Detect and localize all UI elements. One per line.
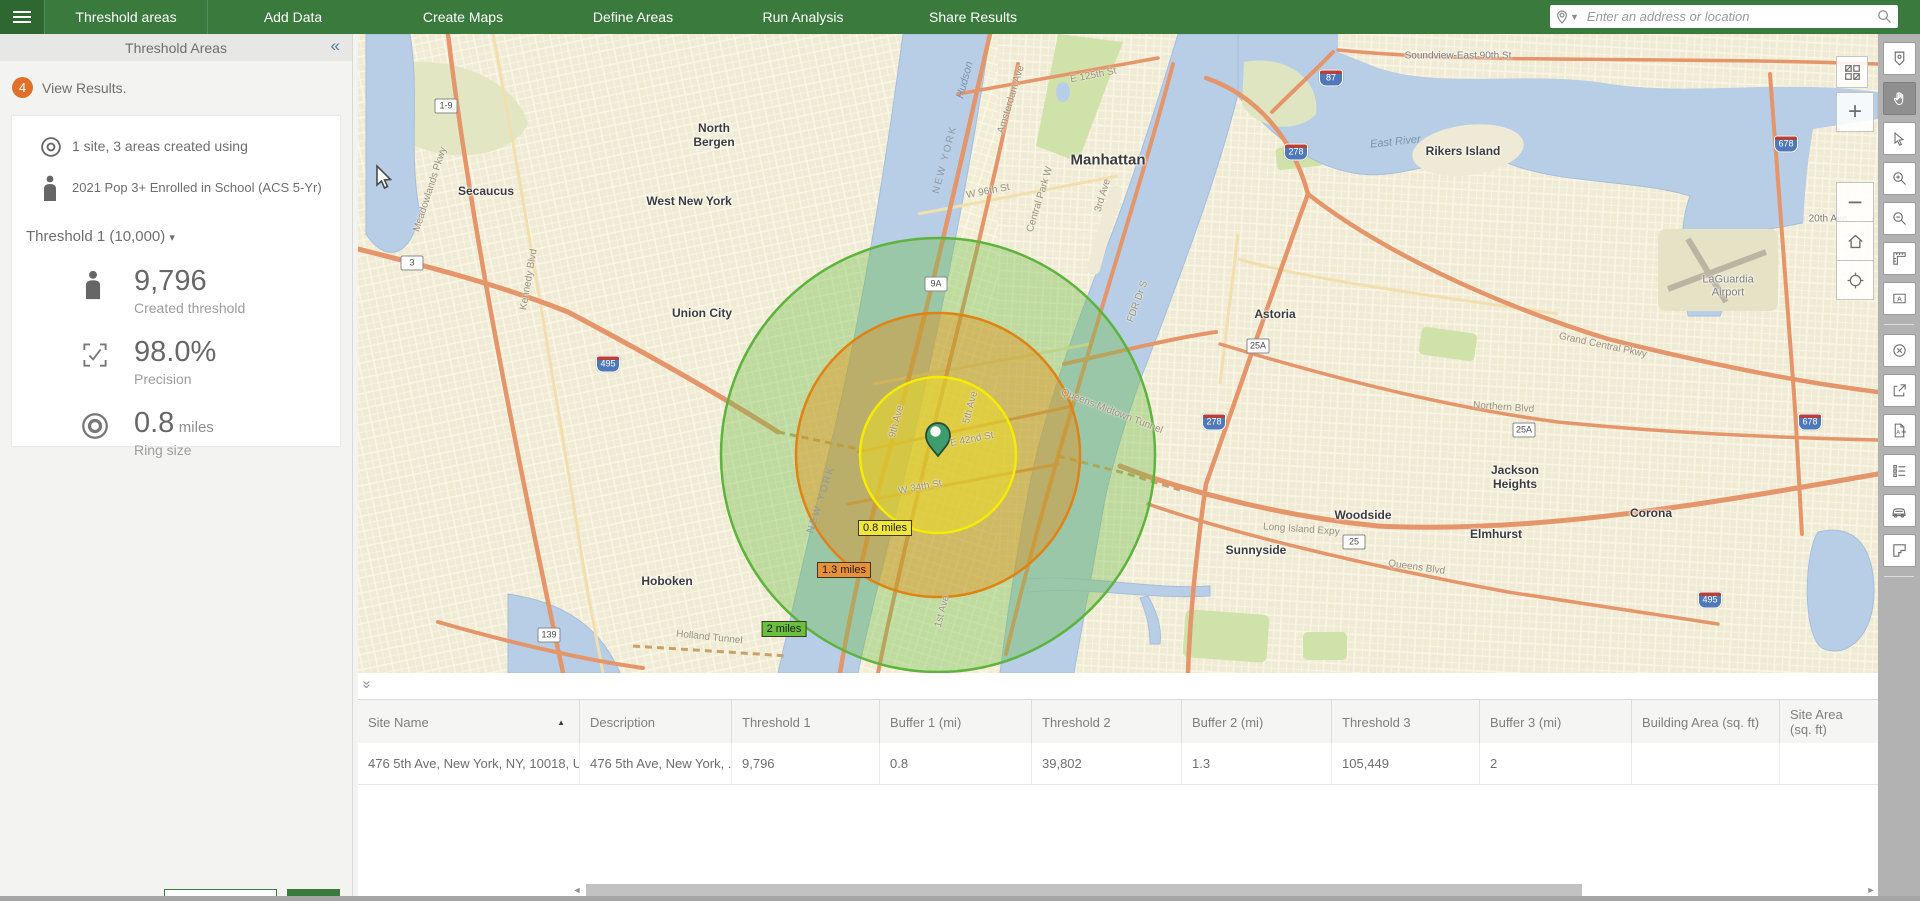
locate-icon[interactable]: [1836, 260, 1874, 300]
table-header: Site Name ▲ Description Threshold 1 Buffe…: [358, 699, 1878, 745]
column-header-threshold-1[interactable]: Threshold 1: [731, 700, 879, 744]
chevrons-down-icon[interactable]: »: [359, 680, 376, 688]
nav-run-analysis[interactable]: Run Analysis: [718, 0, 888, 34]
stat-created-threshold-value: 9,796: [134, 265, 207, 297]
column-header-buffer-1[interactable]: Buffer 1 (mi): [879, 700, 1031, 744]
bookmark-pin-icon[interactable]: [1882, 42, 1916, 75]
tab-threshold-areas[interactable]: Threshold areas: [45, 0, 208, 34]
column-header-building-area[interactable]: Building Area (sq. ft): [1631, 700, 1779, 744]
app-window: Threshold areas Add Data Create Maps Def…: [0, 0, 1920, 901]
bottom-window-scrollbar[interactable]: [0, 896, 1920, 901]
legend-list-icon[interactable]: [1882, 454, 1916, 487]
column-header-buffer-2[interactable]: Buffer 2 (mi): [1181, 700, 1331, 744]
column-header-description[interactable]: Description: [579, 700, 731, 744]
step-badge: 4: [12, 77, 33, 98]
cell-threshold-1: 9,796: [731, 743, 879, 784]
map-canvas[interactable]: 0.8 miles 1.3 miles 2 miles Secaucus Nor…: [358, 34, 1878, 673]
stat-created-threshold-label: Created threshold: [134, 300, 246, 316]
caret-down-icon[interactable]: ▼: [1570, 12, 1579, 22]
basemap: [358, 34, 1878, 673]
person-icon: [80, 267, 134, 316]
ring-label-0-8-miles: 0.8 miles: [857, 520, 913, 536]
nav-share-results[interactable]: Share Results: [888, 0, 1058, 34]
zoom-in-button[interactable]: +: [1836, 92, 1874, 132]
stat-precision-value: 98.0%: [134, 336, 217, 368]
measure-ruler-icon[interactable]: [1882, 242, 1916, 275]
nav-create-maps[interactable]: Create Maps: [378, 0, 548, 34]
column-header-threshold-3[interactable]: Threshold 3: [1331, 700, 1479, 744]
pdf-export-icon[interactable]: A: [1882, 414, 1916, 447]
scroll-left-icon[interactable]: ◄: [570, 885, 584, 895]
search-input[interactable]: [1584, 8, 1877, 25]
stat-ring-size-value: 0.8: [134, 407, 175, 439]
basemap-grid-icon[interactable]: [1836, 56, 1868, 88]
threshold-selector-label: Threshold 1 (10,000): [26, 228, 166, 245]
ring-icon: [80, 409, 134, 458]
scroll-right-icon[interactable]: ►: [1864, 885, 1878, 895]
chevrons-left-icon[interactable]: «: [331, 36, 340, 56]
cell-buffer-2: 1.3: [1181, 743, 1331, 784]
results-table-section: » Site Name ▲ Description Threshold 1 Buf…: [358, 673, 1878, 896]
cell-site-area: [1779, 743, 1878, 784]
column-header-threshold-2[interactable]: Threshold 2: [1031, 700, 1181, 744]
stat-ring-size-unit: miles: [178, 419, 214, 436]
column-header-site-area[interactable]: Site Area (sq. ft): [1779, 700, 1878, 744]
cell-threshold-3: 105,449: [1331, 743, 1479, 784]
drive-time-car-icon[interactable]: [1882, 494, 1916, 527]
share-export-icon[interactable]: [1882, 374, 1916, 407]
column-header-site-name[interactable]: Site Name ▲: [358, 700, 579, 744]
results-card: 1 site, 3 areas created using 2021 Pop 3…: [12, 116, 340, 458]
top-nav: Threshold areas Add Data Create Maps Def…: [0, 0, 1920, 34]
summary-line-2: 2021 Pop 3+ Enrolled in School (ACS 5-Yr…: [72, 179, 322, 195]
menu-hamburger-icon[interactable]: [0, 0, 45, 34]
polygon-flag-icon[interactable]: [1882, 534, 1916, 567]
threshold-selector[interactable]: Threshold 1 (10,000) ▾: [26, 228, 340, 245]
threshold-areas-panel: Threshold Areas « 4 View Results. 1 site…: [0, 34, 353, 901]
home-icon[interactable]: [1836, 221, 1874, 261]
sort-asc-icon: ▲: [557, 717, 565, 727]
column-header-buffer-3[interactable]: Buffer 3 (mi): [1479, 700, 1631, 744]
svg-text:A: A: [1896, 430, 1900, 436]
horizontal-scrollbar[interactable]: ◄ ►: [570, 884, 1878, 896]
cell-site-name: 476 5th Ave, New York, NY, 10018, U...: [368, 756, 579, 771]
scrollbar-thumb[interactable]: [586, 884, 1582, 896]
address-search: ▼: [1550, 5, 1898, 28]
person-icon: [38, 174, 72, 202]
concentric-rings-icon: [38, 134, 72, 160]
clear-circle-x-icon[interactable]: [1882, 334, 1916, 367]
step-text: View Results.: [42, 79, 127, 96]
location-pin-icon[interactable]: [1556, 9, 1568, 24]
nav-add-data[interactable]: Add Data: [208, 0, 378, 34]
zoom-out-button[interactable]: −: [1836, 182, 1874, 222]
pan-hand-icon[interactable]: [1882, 82, 1916, 115]
zoom-out-magnifier-icon[interactable]: [1882, 202, 1916, 235]
stat-precision-label: Precision: [134, 371, 192, 387]
cell-building-area: [1631, 743, 1779, 784]
cell-buffer-3: 2: [1479, 743, 1631, 784]
precision-check-icon: [80, 338, 134, 387]
summary-line-1: 1 site, 3 areas created using: [72, 138, 248, 155]
cell-buffer-1: 0.8: [879, 743, 1031, 784]
cell-threshold-2: 39,802: [1031, 743, 1181, 784]
nav-define-areas[interactable]: Define Areas: [548, 0, 718, 34]
ring-label-1-3-miles: 1.3 miles: [816, 562, 872, 578]
select-arrow-icon[interactable]: [1882, 122, 1916, 155]
table-row[interactable]: 476 5th Ave, New York, NY, 10018, U... 4…: [358, 743, 1878, 785]
zoom-in-magnifier-icon[interactable]: [1882, 162, 1916, 195]
stat-ring-size-label: Ring size: [134, 442, 192, 458]
search-icon[interactable]: [1877, 9, 1892, 24]
svg-text:A: A: [1897, 295, 1902, 303]
cell-description: 476 5th Ave, New York, ...: [579, 743, 731, 784]
panel-title: Threshold Areas: [125, 39, 227, 56]
caret-down-icon: ▾: [169, 232, 175, 244]
ring-label-2-miles: 2 miles: [761, 621, 807, 637]
map-toolbar: A A: [1878, 34, 1920, 901]
label-text-icon[interactable]: A: [1882, 282, 1916, 315]
